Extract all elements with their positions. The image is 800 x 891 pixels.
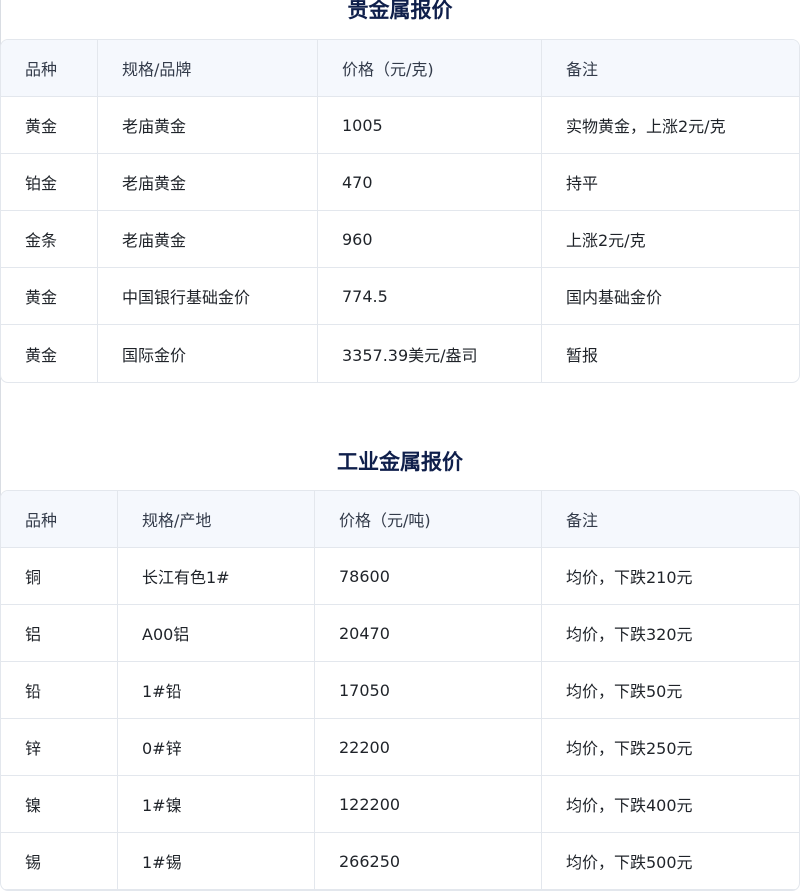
column-header-remark: 备注 — [542, 40, 799, 97]
table-row: 铝 A00铝 20470 均价，下跌320元 — [1, 605, 799, 662]
table-row: 锡 1#锡 266250 均价，下跌500元 — [1, 833, 799, 890]
cell-spec: 1#镍 — [118, 776, 315, 833]
cell-remark: 均价，下跌400元 — [542, 776, 799, 833]
column-header-price: 价格（元/克) — [318, 40, 542, 97]
cell-spec: 老庙黄金 — [98, 97, 318, 154]
cell-price: 78600 — [315, 548, 542, 605]
column-header-remark: 备注 — [542, 491, 799, 548]
cell-price: 1005 — [318, 97, 542, 154]
table-row: 铜 长江有色1# 78600 均价，下跌210元 — [1, 548, 799, 605]
cell-variety: 锡 — [1, 833, 118, 890]
table-row: 镍 1#镍 122200 均价，下跌400元 — [1, 776, 799, 833]
cell-remark: 均价，下跌50元 — [542, 662, 799, 719]
precious-metals-table: 品种 规格/品牌 价格（元/克) 备注 黄金 老庙黄金 1005 实物黄金，上涨… — [0, 39, 800, 383]
column-header-variety: 品种 — [1, 491, 118, 548]
cell-price: 3357.39美元/盎司 — [318, 325, 542, 382]
table-row: 铅 1#铅 17050 均价，下跌50元 — [1, 662, 799, 719]
cell-price: 470 — [318, 154, 542, 211]
column-header-price: 价格（元/吨) — [315, 491, 542, 548]
cell-remark: 均价，下跌320元 — [542, 605, 799, 662]
table-header-row: 品种 规格/产地 价格（元/吨) 备注 — [1, 491, 799, 548]
cell-remark: 实物黄金，上涨2元/克 — [542, 97, 799, 154]
cell-spec: 老庙黄金 — [98, 211, 318, 268]
cell-variety: 镍 — [1, 776, 118, 833]
cell-spec: 老庙黄金 — [98, 154, 318, 211]
cell-remark: 上涨2元/克 — [542, 211, 799, 268]
column-header-spec-origin: 规格/产地 — [118, 491, 315, 548]
table-row: 黄金 中国银行基础金价 774.5 国内基础金价 — [1, 268, 799, 325]
industrial-metals-table: 品种 规格/产地 价格（元/吨) 备注 铜 长江有色1# 78600 均价，下跌… — [0, 490, 800, 891]
table-row: 黄金 老庙黄金 1005 实物黄金，上涨2元/克 — [1, 97, 799, 154]
cell-variety: 黄金 — [1, 325, 98, 382]
cell-variety: 金条 — [1, 211, 98, 268]
cell-variety: 铜 — [1, 548, 118, 605]
cell-price: 20470 — [315, 605, 542, 662]
cell-variety: 铅 — [1, 662, 118, 719]
table-header-row: 品种 规格/品牌 价格（元/克) 备注 — [1, 40, 799, 97]
cell-remark: 均价，下跌210元 — [542, 548, 799, 605]
cell-price: 960 — [318, 211, 542, 268]
table-row: 金条 老庙黄金 960 上涨2元/克 — [1, 211, 799, 268]
cell-spec: 中国银行基础金价 — [98, 268, 318, 325]
table-row: 黄金 国际金价 3357.39美元/盎司 暂报 — [1, 325, 799, 382]
cell-remark: 均价，下跌250元 — [542, 719, 799, 776]
precious-metals-title: 贵金属报价 — [0, 0, 800, 22]
column-header-variety: 品种 — [1, 40, 98, 97]
cell-price: 266250 — [315, 833, 542, 890]
cell-variety: 锌 — [1, 719, 118, 776]
cell-spec: 1#铅 — [118, 662, 315, 719]
cell-price: 22200 — [315, 719, 542, 776]
cell-remark: 均价，下跌500元 — [542, 833, 799, 890]
industrial-metals-title: 工业金属报价 — [0, 450, 800, 474]
cell-variety: 黄金 — [1, 97, 98, 154]
cell-spec: 0#锌 — [118, 719, 315, 776]
cell-remark: 国内基础金价 — [542, 268, 799, 325]
column-header-spec-brand: 规格/品牌 — [98, 40, 318, 97]
cell-spec: 长江有色1# — [118, 548, 315, 605]
cell-variety: 铝 — [1, 605, 118, 662]
cell-price: 17050 — [315, 662, 542, 719]
table-row: 锌 0#锌 22200 均价，下跌250元 — [1, 719, 799, 776]
cell-price: 774.5 — [318, 268, 542, 325]
cell-spec: A00铝 — [118, 605, 315, 662]
cell-price: 122200 — [315, 776, 542, 833]
cell-variety: 黄金 — [1, 268, 98, 325]
cell-variety: 铂金 — [1, 154, 98, 211]
cell-remark: 持平 — [542, 154, 799, 211]
cell-spec: 国际金价 — [98, 325, 318, 382]
cell-spec: 1#锡 — [118, 833, 315, 890]
table-row: 铂金 老庙黄金 470 持平 — [1, 154, 799, 211]
cell-remark: 暂报 — [542, 325, 799, 382]
